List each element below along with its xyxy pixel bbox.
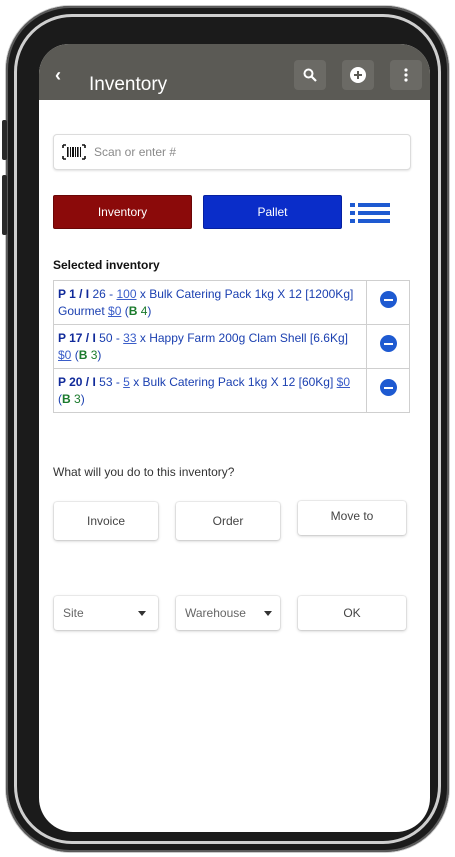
remove-circle-icon[interactable] — [379, 335, 397, 352]
row-action-cell — [367, 369, 409, 412]
search-button[interactable] — [294, 60, 326, 90]
warehouse-select[interactable]: Warehouse — [176, 596, 280, 630]
selected-inventory-table: P 1 / I 26 - 100 x Bulk Catering Pack 1k… — [53, 280, 410, 413]
batch-number: 4 — [137, 304, 148, 318]
inventory-item-text: P 1 / I 26 - 100 x Bulk Catering Pack 1k… — [54, 281, 367, 324]
row-action-cell — [367, 281, 409, 324]
quantity-link[interactable]: 33 — [123, 331, 136, 345]
list-view-icon[interactable] — [350, 201, 390, 225]
move-to-button[interactable]: Move to — [298, 501, 406, 535]
more-vertical-icon — [404, 68, 408, 82]
table-row: P 20 / I 53 - 5 x Bulk Catering Pack 1kg… — [54, 369, 409, 412]
warehouse-select-label: Warehouse — [185, 606, 246, 620]
remove-circle-icon[interactable] — [379, 291, 397, 308]
chevron-left-icon[interactable]: ‹ — [55, 66, 61, 84]
price-link[interactable]: $0 — [58, 348, 71, 362]
paren-open: ( — [121, 304, 129, 318]
ok-button[interactable]: OK — [298, 596, 406, 630]
quantity-link[interactable]: 5 — [123, 375, 130, 389]
row-action-cell — [367, 325, 409, 368]
page-title: Inventory — [89, 74, 168, 95]
paren-close: ) — [97, 348, 102, 362]
price-link[interactable]: $0 — [108, 304, 121, 318]
paren-close: ) — [147, 304, 152, 318]
more-menu-button[interactable] — [390, 60, 422, 90]
item-id-text: 26 - — [89, 287, 117, 301]
item-description: x Bulk Catering Pack 1kg X 12 [60Kg] — [129, 375, 337, 389]
pallet-toggle-button[interactable]: Pallet — [203, 195, 342, 229]
app-screen: ‹ Inventory Scan or enter # Inventory Pa… — [39, 44, 430, 832]
table-row: P 1 / I 26 - 100 x Bulk Catering Pack 1k… — [54, 281, 409, 325]
app-bar: ‹ Inventory — [39, 44, 430, 100]
invoice-button[interactable]: Invoice — [54, 502, 158, 540]
selected-inventory-heading: Selected inventory — [53, 258, 160, 272]
inventory-item-text: P 20 / I 53 - 5 x Bulk Catering Pack 1kg… — [54, 369, 367, 412]
item-id-text: 53 - — [95, 375, 124, 389]
paren-close: ) — [80, 392, 85, 406]
add-button[interactable] — [342, 60, 374, 90]
remove-circle-icon[interactable] — [379, 379, 397, 396]
quantity-link[interactable]: 100 — [117, 287, 137, 301]
site-select-label: Site — [63, 606, 84, 620]
batch-label: B — [62, 392, 71, 406]
item-id-text: 50 - — [95, 331, 124, 345]
add-circle-icon — [350, 67, 366, 83]
price-link[interactable]: $0 — [337, 375, 350, 389]
pallet-id[interactable]: P 20 / I — [58, 375, 96, 389]
scan-field[interactable] — [53, 134, 411, 170]
search-icon — [303, 68, 317, 82]
paren-open: ( — [71, 348, 79, 362]
item-description: x Happy Farm 200g Clam Shell [6.6Kg] — [136, 331, 348, 345]
action-question: What will you do to this inventory? — [53, 465, 235, 479]
pallet-id[interactable]: P 17 / I — [58, 331, 96, 345]
order-button[interactable]: Order — [176, 502, 280, 540]
phone-side-button — [2, 120, 7, 160]
inventory-item-text: P 17 / I 50 - 33 x Happy Farm 200g Clam … — [54, 325, 367, 368]
site-select[interactable]: Site — [54, 596, 158, 630]
inventory-toggle-button[interactable]: Inventory — [53, 195, 192, 229]
scan-input[interactable] — [94, 141, 394, 163]
barcode-scan-icon[interactable] — [62, 144, 86, 160]
table-row: P 17 / I 50 - 33 x Happy Farm 200g Clam … — [54, 325, 409, 369]
phone-volume-button — [2, 175, 7, 235]
pallet-id[interactable]: P 1 / I — [58, 287, 89, 301]
chevron-down-icon — [264, 611, 272, 616]
batch-number: 3 — [87, 348, 98, 362]
batch-number: 3 — [70, 392, 81, 406]
chevron-down-icon — [138, 611, 146, 616]
